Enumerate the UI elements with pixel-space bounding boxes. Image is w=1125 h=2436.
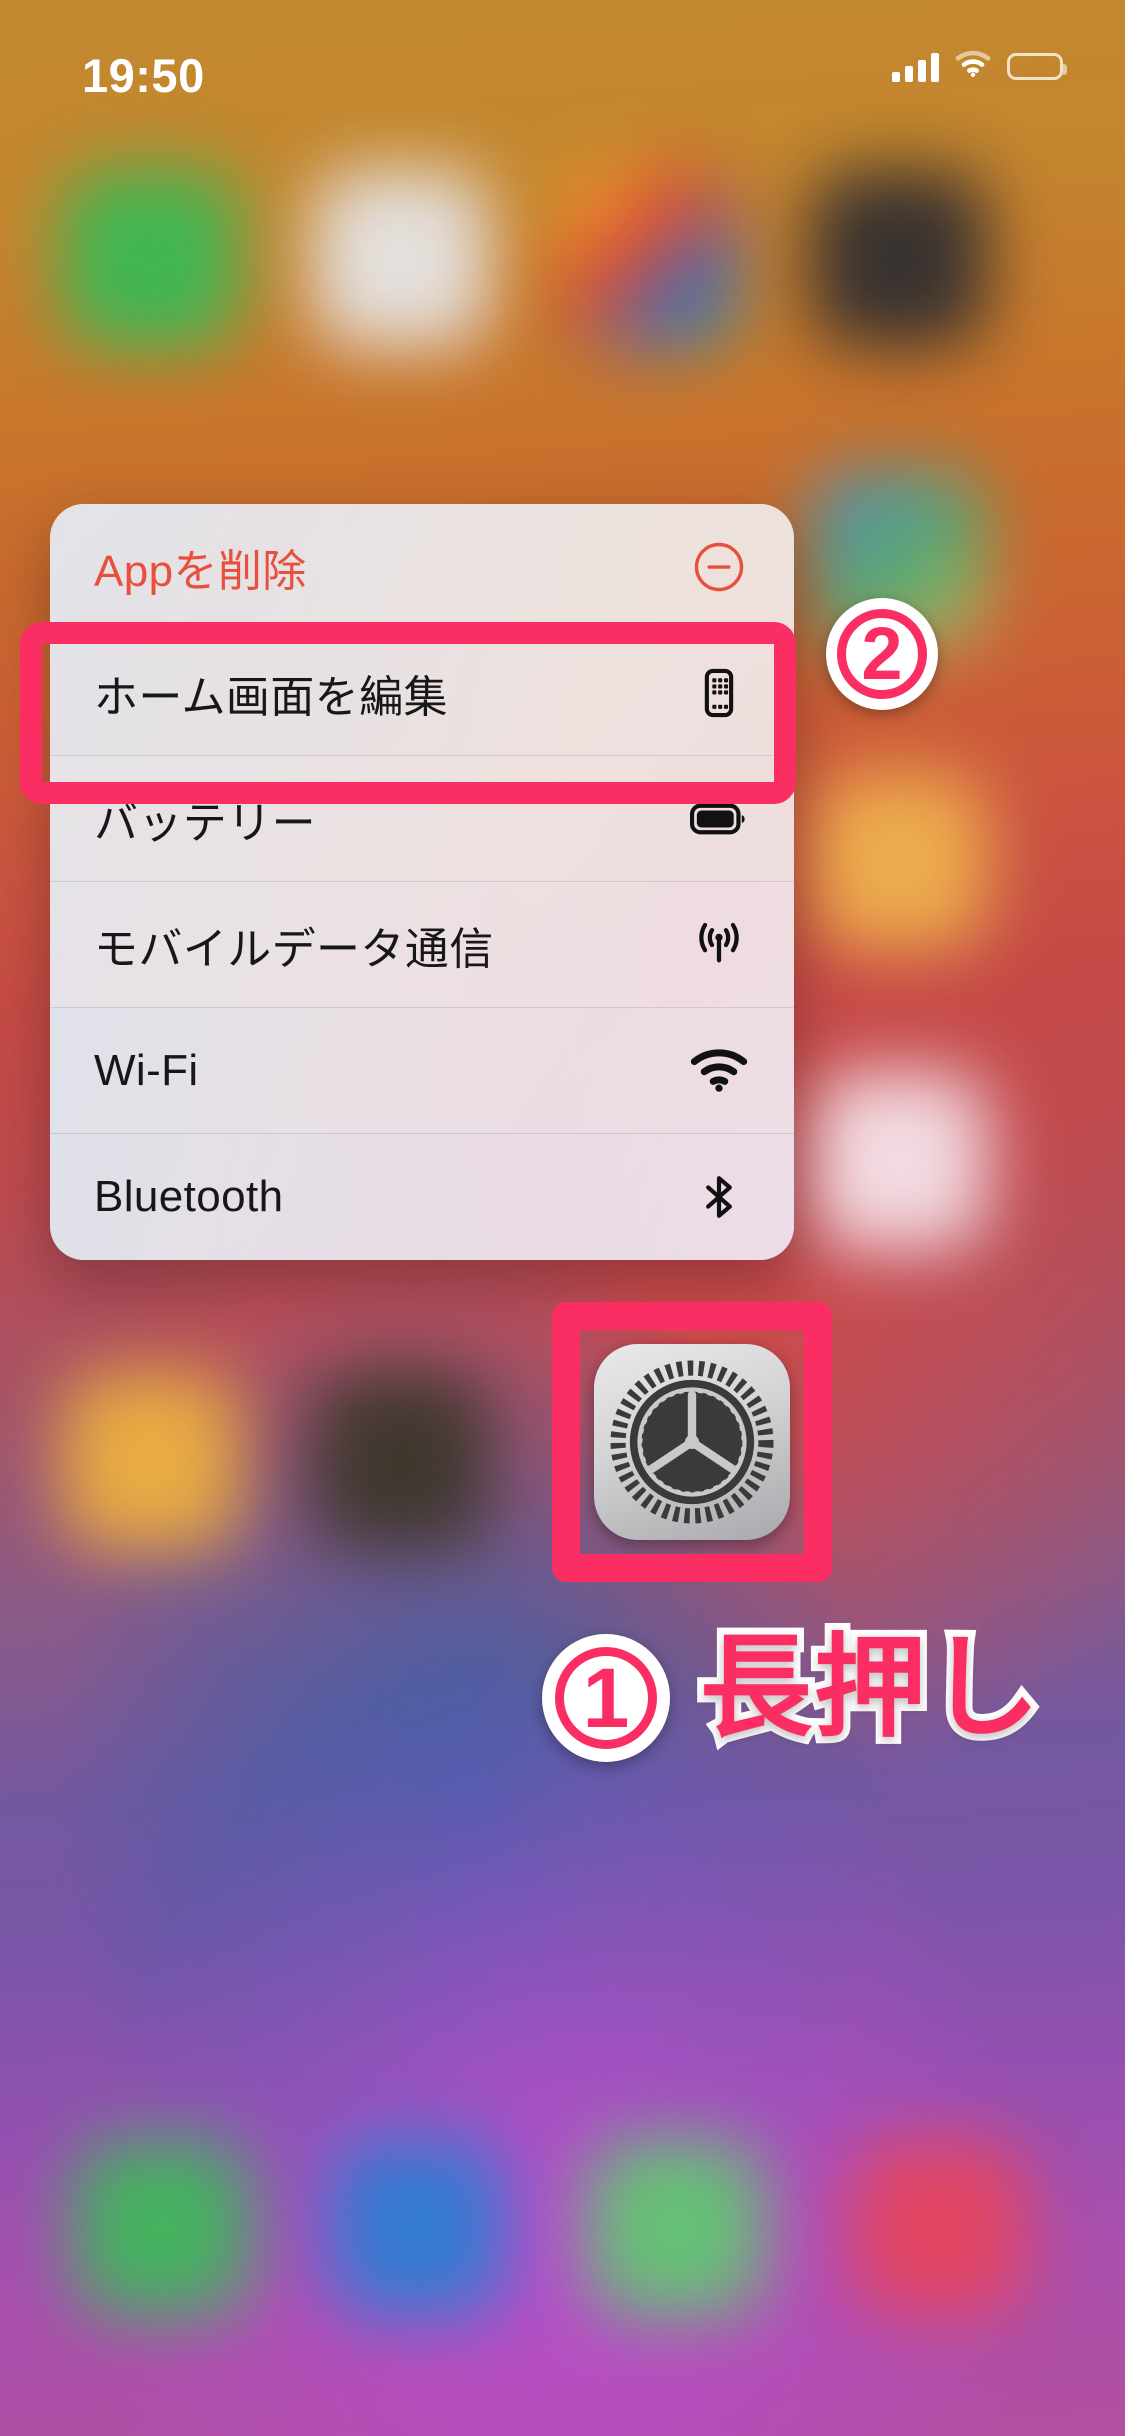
step-1-badge: 1 <box>542 1634 670 1762</box>
home-icon-blob-row4-4 <box>810 1072 988 1250</box>
step-2-number: 2 <box>861 612 903 695</box>
minus-circle-icon <box>688 536 750 598</box>
context-menu-item-label: モバイルデータ通信 <box>94 924 494 974</box>
home-icon-blob-row1-4 <box>810 170 988 348</box>
dock-icon-blob-2 <box>330 2140 506 2316</box>
cellular-data-icon <box>688 914 750 976</box>
dock-icon-blob-1 <box>74 2140 250 2316</box>
wifi-icon <box>688 1040 750 1102</box>
home-icon-blob-row3-4 <box>810 772 988 950</box>
home-icon-blob-row1-1 <box>62 170 240 348</box>
edit-home-screen-icon <box>688 662 750 724</box>
context-menu-item-battery[interactable]: バッテリー <box>50 756 794 882</box>
dock-icon-blob-4 <box>850 2140 1026 2316</box>
context-menu-item-cellular-data[interactable]: モバイルデータ通信 <box>50 882 794 1008</box>
long-press-annotation-text: 長押し <box>693 1623 1047 1753</box>
context-menu-item-bluetooth[interactable]: Bluetooth <box>50 1134 794 1260</box>
context-menu-item-delete-app[interactable]: Appを削除 <box>50 504 794 630</box>
home-icon-blob-row4-2 <box>312 1372 490 1550</box>
context-menu-item-label: Appを削除 <box>94 546 307 596</box>
bluetooth-icon <box>688 1166 750 1228</box>
context-menu-item-label: Bluetooth <box>94 1172 284 1221</box>
app-context-menu[interactable]: Appを削除 ホーム画面を編集 バッテリー モバイルデータ通信 Wi-Fi Bl… <box>50 504 794 1260</box>
home-icon-blob-row1-2 <box>312 170 490 348</box>
context-menu-item-label: バッテリー <box>94 798 316 848</box>
context-menu-item-edit-home-screen[interactable]: ホーム画面を編集 <box>50 630 794 756</box>
home-icon-blob-row4-1 <box>62 1372 240 1550</box>
iphone-home-screen: 19:50 Appを削除 ホーム画面を編集 バッテリー モバイルデータ通信 Wi… <box>0 0 1125 2436</box>
step-1-number: 1 <box>582 1651 630 1745</box>
step-2-badge: 2 <box>826 598 938 710</box>
home-icon-blob-row1-3 <box>560 170 738 348</box>
context-menu-item-label: ホーム画面を編集 <box>94 672 448 722</box>
context-menu-item-label: Wi-Fi <box>94 1045 199 1095</box>
dock-icon-blob-3 <box>588 2140 764 2316</box>
battery-icon <box>688 788 750 850</box>
context-menu-item-wifi[interactable]: Wi-Fi <box>50 1008 794 1134</box>
highlight-box-settings-icon <box>552 1302 832 1582</box>
